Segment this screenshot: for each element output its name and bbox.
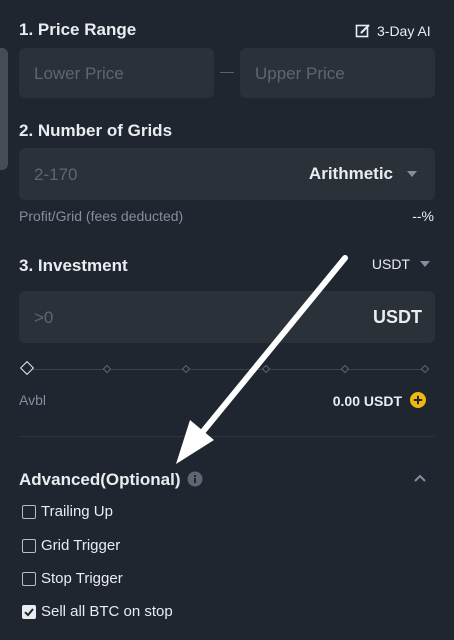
- investment-slider[interactable]: [19, 360, 435, 378]
- caret-down-icon: [420, 261, 430, 267]
- price-range-title: 1. Price Range: [19, 20, 137, 39]
- grid-trigger-label: Grid Trigger: [41, 537, 121, 554]
- slider-thumb[interactable]: [19, 360, 35, 376]
- range-separator: —: [220, 63, 234, 79]
- trailing-up-label: Trailing Up: [41, 503, 113, 520]
- stop-trigger-label: Stop Trigger: [41, 570, 123, 587]
- slider-mark-35[interactable]: [181, 364, 191, 374]
- slider-track: [27, 369, 427, 370]
- stop-trigger-checkbox[interactable]: [22, 572, 36, 586]
- three-day-ai-label: 3-Day AI: [377, 23, 431, 39]
- grids-title: 2. Number of Grids: [19, 121, 173, 140]
- upper-price-placeholder: Upper Price: [255, 64, 345, 83]
- slider-mark-25[interactable]: [102, 364, 112, 374]
- three-day-ai-button[interactable]: 3-Day AI: [355, 21, 431, 41]
- chevron-up-icon[interactable]: [413, 472, 427, 486]
- available-value: 0.00 USDT: [332, 393, 402, 409]
- plus-circle-icon[interactable]: [410, 392, 426, 408]
- profit-per-grid-value: --%: [412, 208, 434, 224]
- grid-mode-select[interactable]: Arithmetic: [309, 164, 417, 184]
- sell-all-btc-label: Sell all BTC on stop: [41, 603, 173, 620]
- grids-input[interactable]: 2-170 Arithmetic: [19, 148, 435, 200]
- investment-unit: USDT: [373, 307, 422, 327]
- available-label: Avbl: [19, 392, 46, 408]
- slider-mark-50[interactable]: [261, 364, 271, 374]
- grid-mode-value: Arithmetic: [308, 164, 393, 183]
- caret-down-icon: [407, 171, 417, 177]
- upper-price-input[interactable]: Upper Price: [240, 48, 435, 98]
- investment-currency-label: USDT: [371, 256, 410, 272]
- sell-all-btc-checkbox[interactable]: [22, 605, 36, 619]
- advanced-title: Advanced(Optional): [19, 470, 181, 489]
- investment-placeholder: >0: [34, 308, 54, 327]
- advanced-header[interactable]: Advanced(Optional): [19, 469, 435, 491]
- section-divider: [19, 436, 435, 437]
- checkmark-icon: [23, 607, 34, 616]
- slider-mark-100[interactable]: [420, 364, 430, 374]
- investment-title: 3. Investment: [19, 256, 128, 275]
- lower-price-input[interactable]: Lower Price: [19, 48, 214, 98]
- trailing-up-checkbox[interactable]: [22, 505, 36, 519]
- lower-price-placeholder: Lower Price: [34, 64, 124, 83]
- profit-per-grid-label: Profit/Grid (fees deducted): [19, 208, 184, 224]
- grids-placeholder: 2-170: [34, 165, 78, 184]
- investment-amount-input[interactable]: >0 USDT: [19, 291, 435, 343]
- investment-currency-select[interactable]: USDT: [372, 256, 430, 272]
- side-scroll-handle[interactable]: [0, 48, 8, 170]
- grid-trigger-checkbox[interactable]: [22, 539, 36, 553]
- edit-icon: [355, 23, 371, 39]
- slider-mark-65[interactable]: [340, 364, 350, 374]
- info-icon[interactable]: [187, 471, 203, 487]
